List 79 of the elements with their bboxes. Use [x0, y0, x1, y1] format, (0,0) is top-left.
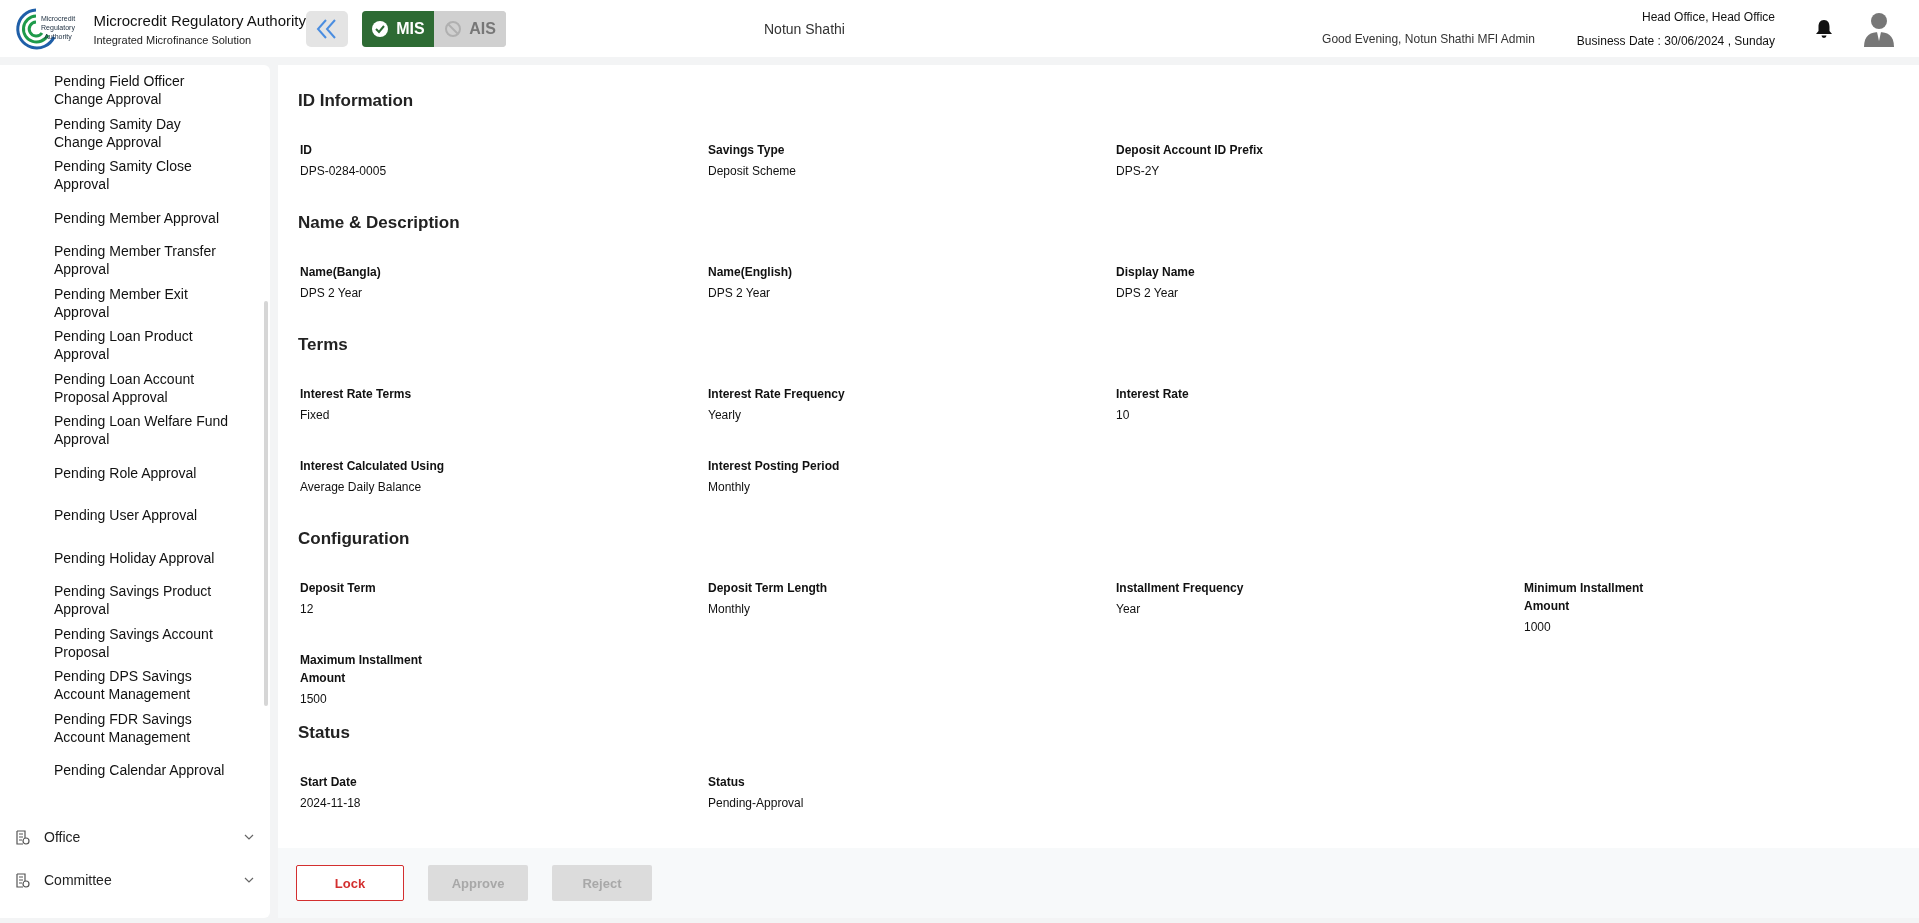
notification-bell-icon[interactable]	[1815, 18, 1833, 39]
field-value: DPS-0284-0005	[300, 163, 388, 179]
action-button[interactable]: Lock	[296, 865, 404, 901]
field-value: DPS 2 Year	[708, 285, 772, 301]
field-label: Name(English)	[708, 264, 793, 281]
field-value: DPS 2 Year	[300, 285, 364, 301]
field-label: Interest Calculated Using	[300, 458, 446, 475]
field-value: Monthly	[708, 479, 752, 495]
sidebar-item[interactable]: Pending Member Approval	[0, 196, 232, 239]
field-value: Deposit Scheme	[708, 163, 798, 179]
sidebar-item[interactable]: Pending Loan Welfare Fund Approval	[0, 409, 232, 452]
sidebar-item[interactable]: Pending Role Approval	[0, 451, 232, 494]
document-icon	[16, 829, 30, 845]
field-label: Deposit Term	[300, 580, 377, 597]
section-heading: Name & Description	[298, 213, 461, 233]
org-title: Microcredit Regulatory Authority	[93, 11, 306, 29]
field-label: Installment Frequency	[1116, 580, 1245, 597]
field-value: 1500	[300, 691, 328, 707]
chevron-icon[interactable]	[244, 877, 254, 883]
section-heading: Status	[298, 723, 351, 743]
field-label: ID	[300, 142, 313, 159]
field-label: Deposit Term Length	[708, 580, 829, 597]
section-heading: Terms	[298, 335, 349, 355]
sidebar-item[interactable]: Pending Savings Account Proposal	[0, 621, 232, 664]
sidebar-item[interactable]: Pending Holiday Approval	[0, 536, 232, 579]
field-value: Fixed	[300, 407, 331, 423]
field-label: Maximum Installment Amount	[300, 652, 424, 687]
business-date: Business Date : 30/06/2024 , Sunday	[1576, 33, 1775, 48]
company-name: Notun Shathi	[764, 20, 845, 37]
prohibited-icon	[444, 19, 463, 38]
field-label: Deposit Account ID Prefix	[1116, 142, 1264, 159]
office-name: Head Office, Head Office	[1642, 9, 1775, 24]
sidebar-item[interactable]: Pending Samity Close Approval	[0, 154, 232, 197]
field-value: 2024-11-18	[300, 795, 362, 811]
field-value: DPS-2Y	[1116, 163, 1161, 179]
sidebar-item[interactable]: Pending Samity Day Change Approval	[0, 111, 232, 154]
document-icon	[16, 872, 30, 888]
field-label: Savings Type	[708, 142, 786, 159]
field-label: Start Date	[300, 774, 358, 791]
section-heading: Configuration	[298, 529, 411, 549]
sidebar-group[interactable]: Office	[44, 829, 81, 845]
field-value: DPS 2 Year	[1116, 285, 1180, 301]
field-value: 10	[1116, 407, 1131, 423]
field-value: Monthly	[708, 601, 752, 617]
sidebar-item[interactable]: Pending Field Officer Change Approval	[0, 69, 232, 112]
check-circle-icon	[371, 19, 390, 38]
sidebar-item[interactable]: Pending Member Transfer Approval	[0, 239, 232, 282]
field-label: Interest Rate	[1116, 386, 1190, 403]
field-value: Average Daily Balance	[300, 479, 423, 495]
sidebar-group[interactable]: Committee	[44, 872, 112, 888]
field-label: Interest Rate Frequency	[708, 386, 846, 403]
org-subtitle: Integrated Microfinance Solution	[93, 33, 253, 46]
field-value: 12	[300, 601, 315, 617]
greeting-text: Good Evening, Notun Shathi MFI Admin	[1322, 32, 1535, 46]
field-value: 1000	[1524, 619, 1552, 635]
field-label: Interest Rate Terms	[300, 386, 413, 403]
user-avatar-icon[interactable]	[1863, 10, 1895, 47]
field-label: Interest Posting Period	[708, 458, 841, 475]
field-label: Minimum Installment Amount	[1524, 580, 1645, 615]
field-label: Name(Bangla)	[300, 264, 382, 281]
field-label: Status	[708, 774, 746, 791]
mode-tab[interactable]: MIS	[362, 10, 434, 47]
sidebar-item[interactable]: Pending Member Exit Approval	[0, 281, 232, 324]
chevron-icon[interactable]	[244, 834, 254, 840]
field-value: Yearly	[708, 407, 742, 423]
double-chevron-left-icon	[315, 17, 339, 40]
sidebar-item[interactable]: Pending DPS Savings Account Management	[0, 664, 232, 707]
sidebar-item[interactable]: Pending User Approval	[0, 494, 232, 537]
sidebar-item[interactable]: Pending Savings Product Approval	[0, 579, 232, 622]
sidebar-item[interactable]: Pending Calendar Approval	[0, 749, 232, 792]
field-value: Pending-Approval	[708, 795, 805, 811]
sidebar-item[interactable]: Pending FDR Savings Account Management	[0, 706, 232, 749]
sidebar-item[interactable]: Pending Loan Account Proposal Approval	[0, 366, 232, 409]
field-label: Display Name	[1116, 264, 1196, 281]
collapse-sidebar-button[interactable]	[306, 10, 348, 47]
scrollbar-thumb[interactable]	[264, 301, 268, 706]
sidebar-item[interactable]: Pending Loan Product Approval	[0, 324, 232, 367]
section-heading: ID Information	[298, 91, 415, 111]
field-value: Year	[1116, 601, 1142, 617]
